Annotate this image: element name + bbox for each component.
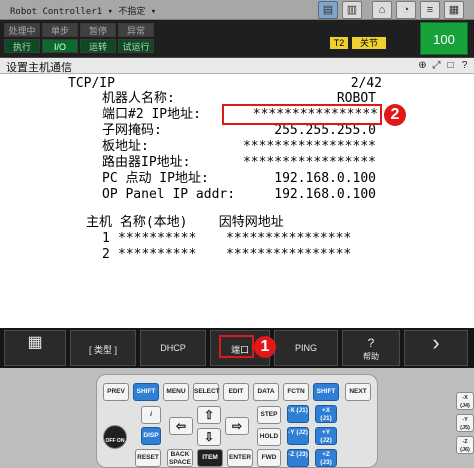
op-panel-ip-label: OP Panel IP addr: [102,187,236,202]
page-indicator: 2/42 [350,76,382,91]
dhcp-button[interactable]: DHCP [140,330,206,366]
board-address-label: 板地址: [102,139,149,154]
maximize-icon[interactable]: □ [444,59,457,72]
host-1-name[interactable]: ********** [118,231,196,246]
status-step: 单步 [42,23,78,37]
help-icon: ? [367,336,375,350]
menu-grid-button[interactable]: ▦ [4,330,66,366]
title-bar: Robot Controller1 ▾ 不指定 ▾ ▤ ▥ ⌂ ◔ ≡ ▦ [0,0,474,20]
pc-jog-ip-value[interactable]: 192.168.0.100 [250,171,376,186]
home-icon[interactable]: ⌂ [372,1,392,19]
tool-frame-badge: T2 [330,37,348,49]
jog-minus-j5-key[interactable]: -Y (J5) [456,414,474,432]
port2-ip-label: 端口#2 IP地址: [102,107,201,122]
protocol-label: TCP/IP [68,76,115,91]
next-page-button[interactable]: › [404,330,468,366]
arrow-left-key[interactable]: ⇦ [169,417,193,435]
subnet-mask-label: 子网掩码: [102,123,162,138]
pc-jog-ip-label: PC 点动 IP地址: [102,171,209,186]
shift-key-left[interactable]: SHIFT [133,383,159,401]
router-ip-label: 路由器IP地址: [102,155,191,170]
host-1-no: 1 [102,231,110,246]
host-1-address[interactable]: **************** [226,231,351,246]
host-2-address[interactable]: **************** [226,247,351,262]
screen-title: 设置主机通信 [6,62,72,74]
ping-button[interactable]: PING [274,330,338,366]
grid-icon: ▦ [27,334,43,351]
callout-1: 1 [254,336,276,358]
jog-minus-y-key[interactable]: -Y (J2) [287,427,309,445]
jog-minus-j4-key[interactable]: -X (J4) [456,392,474,410]
windows-icon[interactable]: ▥ [342,1,362,19]
keypad: PREV SHIFT MENU SELECT EDIT DATA FCTN SH… [96,374,378,468]
multi-window-icon[interactable]: ▤ [318,1,338,19]
fctn-key[interactable]: FCTN [283,383,309,401]
step-key[interactable]: STEP [257,406,281,424]
jog-plus-z-key[interactable]: +Z (J3) [315,449,337,467]
status-hold: 暂停 [80,23,116,37]
host-2-name[interactable]: ********** [118,247,196,262]
type-button[interactable]: [ 类型 ] [70,330,136,366]
status-io: I/O [42,39,78,53]
status-busy: 处理中 [4,23,40,37]
help-button[interactable]: ? 帮助 [342,330,400,366]
arrow-up-key[interactable]: ⇧ [197,406,221,424]
edit-key[interactable]: EDIT [223,383,249,401]
help-icon[interactable]: ? [458,59,471,72]
select-key[interactable]: SELECT [193,383,220,401]
backspace-key[interactable]: BACK SPACE [167,449,193,467]
info-key[interactable]: i [141,406,161,424]
controller-selector[interactable]: Robot Controller1 ▾ 不指定 ▾ [10,4,156,17]
op-panel-ip-value[interactable]: 192.168.0.100 [250,187,376,202]
status-panel: 处理中 单步 暂停 异常 执行 I/O 运转 试运行 [0,20,474,58]
shift-key-right[interactable]: SHIFT [313,383,339,401]
jog-plus-x-key[interactable]: +X (J1) [315,405,337,423]
chevron-right-icon: › [432,330,440,355]
subnet-mask-value[interactable]: 255.255.255.0 [230,123,376,138]
robot-name-label: 机器人名称: [102,91,175,106]
item-key[interactable]: ITEM [197,449,223,467]
status-prod: 运转 [80,39,116,53]
data-key[interactable]: DATA [253,383,279,401]
enter-key[interactable]: ENTER [227,449,253,467]
router-ip-value[interactable]: ***************** [222,155,376,170]
highlight-box-port-ip [222,104,382,125]
menu-key[interactable]: MENU [163,383,189,401]
status-tcyc: 试运行 [118,39,154,53]
screen-header: 设置主机通信 ⊕ ⤢ □ ? [0,58,474,74]
host-2-no: 2 [102,247,110,262]
teach-enable-switch[interactable]: OFF ON [103,425,127,449]
override-display[interactable]: 100 [420,22,468,55]
zoom-icon[interactable]: ⊕ [416,59,429,72]
expand-icon[interactable]: ⤢ [430,59,443,72]
host-comm-setup-content: TCP/IP 2/42 机器人名称: ROBOT 端口#2 IP地址: ****… [0,74,474,328]
jog-minus-z-key[interactable]: -Z (J3) [287,449,309,467]
prev-key[interactable]: PREV [103,383,129,401]
jog-minus-x-key[interactable]: -X (J1) [287,405,309,423]
menu-icon[interactable]: ≡ [420,1,440,19]
status-fault: 异常 [118,23,154,37]
host-table-header: 主机 名称(本地) 因特网地址 [86,215,284,230]
status-run: 执行 [4,39,40,53]
fwd-key[interactable]: FWD [257,449,281,467]
callout-2: 2 [384,104,406,126]
next-key[interactable]: NEXT [345,383,371,401]
jog-plus-y-key[interactable]: +Y (J2) [315,427,337,445]
hold-key[interactable]: HOLD [257,428,281,446]
jog-minus-j6-key[interactable]: -Z (J6) [456,436,474,454]
arrow-right-key[interactable]: ⇨ [225,417,249,435]
disp-key[interactable]: DISP [141,427,161,445]
jog-mode-badge: 关节 [352,37,386,49]
highlight-box-port-key [219,335,254,358]
arrow-down-key[interactable]: ⇩ [197,428,221,446]
grid-icon[interactable]: ▦ [444,1,464,19]
status-icon[interactable]: ◔ [396,1,416,19]
reset-key[interactable]: RESET [135,449,161,467]
board-address-value[interactable]: ***************** [222,139,376,154]
